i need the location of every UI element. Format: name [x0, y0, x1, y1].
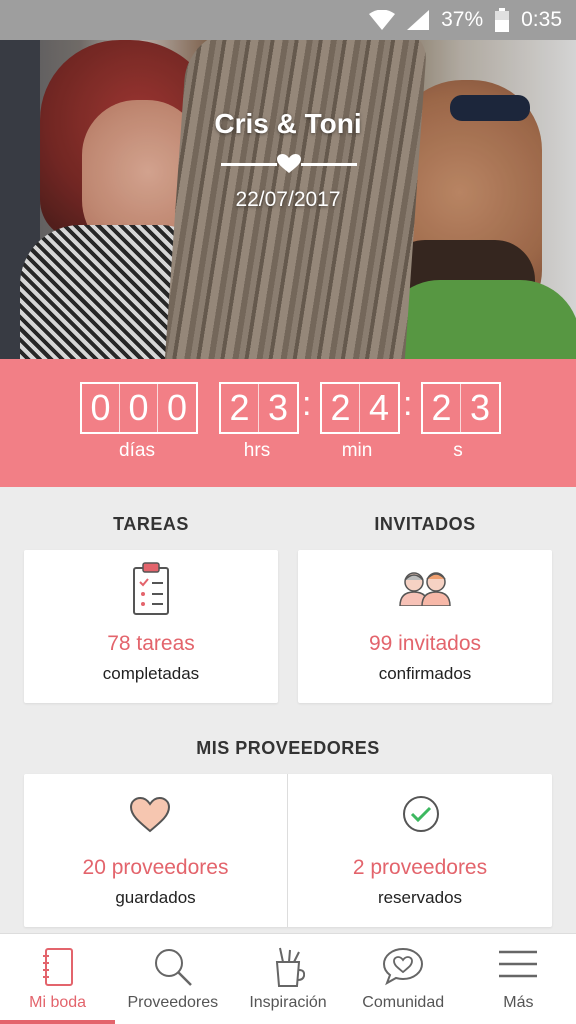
- nav-label: Proveedores: [127, 994, 219, 1011]
- countdown-label-hours: hrs: [243, 440, 271, 461]
- signal-icon: [407, 10, 430, 30]
- vendors-saved-value: 20 proveedores: [82, 856, 229, 879]
- countdown-label-seconds: s: [453, 440, 463, 461]
- countdown-separator: :: [403, 385, 413, 423]
- vendors-booked-sub: reservados: [377, 888, 463, 907]
- countdown-digit: 0: [120, 384, 158, 432]
- vendors-card: 20 proveedores guardados 2 proveedores r…: [24, 774, 552, 927]
- search-icon: [154, 949, 192, 986]
- countdown-digit: 3: [267, 387, 289, 428]
- vendors-title: MIS PROVEEDORES: [196, 738, 380, 758]
- menu-icon: [499, 950, 538, 978]
- clipboard-checklist-icon: [133, 562, 169, 615]
- nav-label: Más: [503, 994, 534, 1011]
- countdown-digit: 3: [469, 387, 491, 428]
- tasks-card[interactable]: 78 tareas completadas: [24, 550, 278, 703]
- countdown-digit: 2: [423, 384, 461, 432]
- countdown-digit: 2: [322, 384, 360, 432]
- guests-icon: [399, 572, 451, 606]
- wedding-countdown: 0 0 0 2 3 : 2 4 : 2 3: [0, 359, 576, 487]
- inspiration-icon: [275, 947, 305, 987]
- countdown-label-days: días: [119, 440, 155, 461]
- countdown-seconds: 2 3: [421, 382, 501, 434]
- countdown-minutes: 2 4: [320, 382, 400, 434]
- vendors-booked[interactable]: 2 proveedores reservados: [288, 774, 552, 927]
- countdown-digit: 0: [82, 384, 120, 432]
- countdown-label-minutes: min: [341, 440, 373, 461]
- battery-percent: 37%: [441, 8, 484, 31]
- countdown-separator: :: [302, 385, 312, 423]
- heart-icon: [129, 796, 171, 833]
- vendors-saved[interactable]: 20 proveedores guardados: [24, 774, 287, 927]
- guests-value: 99 invitados: [368, 632, 482, 655]
- vendors-booked-value: 2 proveedores: [352, 856, 488, 879]
- countdown-hours: 2 3: [219, 382, 299, 434]
- tasks-value: 78 tareas: [107, 632, 195, 655]
- countdown-days: 0 0 0: [80, 382, 198, 434]
- wedding-date: 22/07/2017: [235, 188, 341, 211]
- nav-mas[interactable]: Más: [461, 934, 576, 1024]
- guests-card[interactable]: 99 invitados confirmados: [298, 550, 552, 703]
- nav-proveedores[interactable]: Proveedores: [115, 934, 230, 1024]
- guests-title: INVITADOS: [374, 514, 476, 534]
- nav-label: Mi boda: [29, 994, 87, 1011]
- nav-label: Comunidad: [362, 994, 445, 1011]
- wifi-icon: [369, 10, 396, 30]
- tasks-sub: completadas: [102, 664, 200, 683]
- nav-comunidad[interactable]: Comunidad: [346, 934, 461, 1024]
- clock: 0:35: [521, 8, 562, 31]
- nav-inspiracion[interactable]: Inspiración: [230, 934, 345, 1024]
- couple-names: Cris & Toni: [214, 108, 362, 139]
- check-circle-icon: [403, 796, 439, 832]
- heart-icon: [277, 154, 301, 173]
- heart-divider: [221, 154, 357, 173]
- tasks-title: TAREAS: [113, 514, 189, 534]
- nav-mi-boda[interactable]: Mi boda: [0, 934, 116, 1024]
- countdown-digit: 2: [221, 384, 259, 432]
- active-indicator: [0, 1020, 116, 1024]
- countdown-digit: 4: [368, 387, 390, 428]
- couple-photo: Cris & Toni 22/07/2017: [0, 40, 576, 359]
- notebook-icon: [42, 948, 73, 986]
- nav-label: Inspiración: [249, 994, 327, 1011]
- battery-icon: [495, 8, 510, 32]
- countdown-digit: 0: [166, 387, 188, 428]
- bottom-navigation: Mi boda Proveedores Inspiración Comunida…: [0, 933, 576, 1024]
- chat-heart-icon: [383, 947, 424, 986]
- guests-sub: confirmados: [378, 664, 472, 683]
- vendors-saved-sub: guardados: [115, 888, 196, 907]
- status-bar: 37% 0:35: [0, 0, 576, 40]
